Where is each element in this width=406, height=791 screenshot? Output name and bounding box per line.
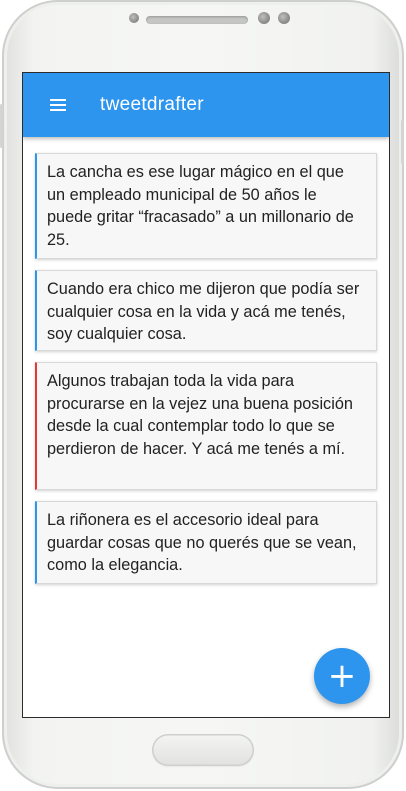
draft-card-warning[interactable]: Algunos trabajan toda la vida para procu… [35,362,377,490]
draft-text: Cuando era chico me dijeron que podía se… [47,280,360,344]
earpiece-speaker [146,16,248,24]
add-draft-button[interactable]: + [314,648,370,704]
phone-frame: tweetdrafter La cancha es ese lugar mági… [0,0,404,789]
volume-button [401,120,404,164]
sensor-dot [129,13,139,23]
proximity-sensor [278,12,290,24]
home-button[interactable] [152,734,254,766]
hamburger-menu-icon[interactable] [50,99,66,111]
app-title: tweetdrafter [100,94,204,115]
power-button [0,104,3,148]
draft-card[interactable]: Cuando era chico me dijeron que podía se… [35,270,377,351]
draft-text: La riñonera es el accesorio ideal para g… [47,511,357,575]
draft-text: Algunos trabajan toda la vida para procu… [47,372,353,458]
app-bar: tweetdrafter [23,73,389,137]
plus-icon: + [327,656,357,696]
draft-card[interactable]: La riñonera es el accesorio ideal para g… [35,501,377,584]
draft-text: La cancha es ese lugar mágico en el que … [47,163,354,249]
screen: tweetdrafter La cancha es ese lugar mági… [22,72,390,718]
front-camera [258,12,270,24]
drafts-list: La cancha es ese lugar mágico en el que … [35,153,379,595]
draft-card[interactable]: La cancha es ese lugar mágico en el que … [35,153,377,259]
